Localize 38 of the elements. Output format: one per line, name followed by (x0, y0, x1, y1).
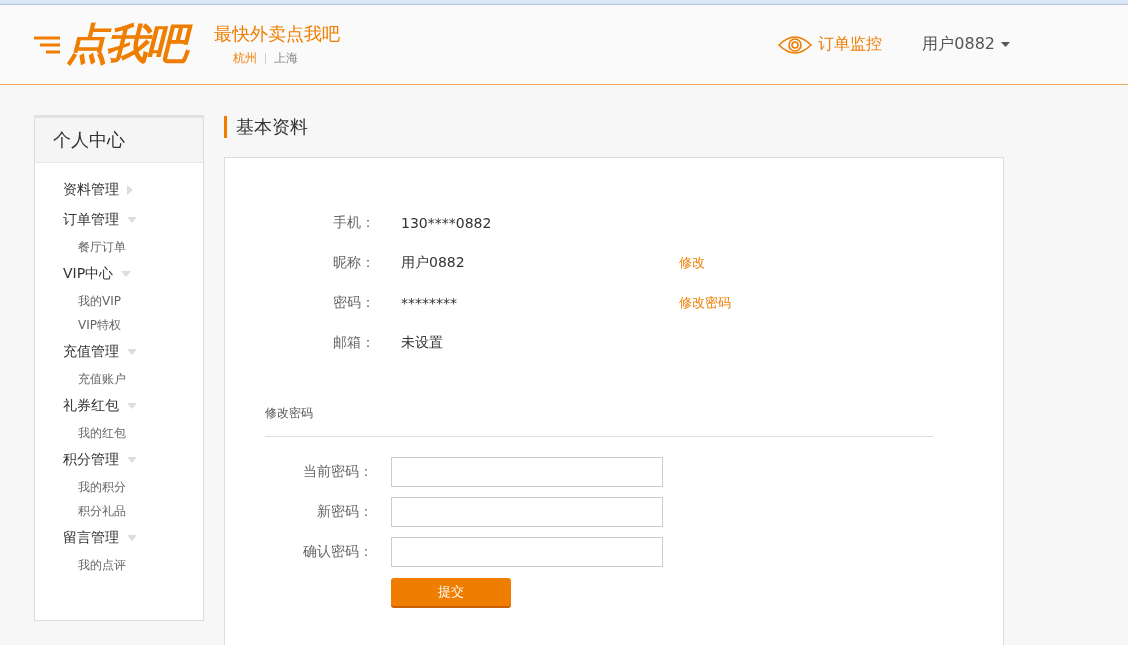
sidebar-item[interactable]: 我的红包 (63, 421, 126, 445)
field-value: 130****0882 (401, 215, 493, 231)
sidebar-item[interactable]: 餐厅订单 (63, 235, 126, 259)
password-input[interactable] (391, 497, 663, 527)
password-input[interactable] (391, 537, 663, 567)
sidebar-item[interactable]: 积分礼品 (63, 499, 126, 523)
section-title: 修改密码 (265, 405, 933, 437)
sidebar-item[interactable]: 充值账户 (63, 367, 126, 391)
field-value: 用户0882 (401, 254, 466, 272)
field-label: 密码： (333, 294, 376, 312)
sidebar-group[interactable]: 积分管理 (63, 445, 203, 475)
sidebar-group[interactable]: 礼券红包 (63, 391, 203, 421)
password-input[interactable] (391, 457, 663, 487)
slogan: 最快外卖点我吧 (214, 22, 340, 46)
sidebar-group[interactable]: 资料管理 (63, 175, 203, 205)
sidebar-title: 个人中心 (35, 118, 203, 163)
field-label: 当前密码： (302, 463, 374, 481)
page-title: 基本资料 (224, 116, 1004, 138)
sidebar-item[interactable]: 我的点评 (63, 553, 126, 577)
sidebar-item[interactable]: VIP特权 (63, 313, 121, 337)
sidebar-group[interactable]: 订单管理 (63, 205, 203, 235)
field-label: 新密码： (316, 503, 374, 521)
sidebar-group[interactable]: 充值管理 (63, 337, 203, 367)
field-label: 昵称： (333, 254, 376, 272)
sidebar-group[interactable]: 留言管理 (63, 523, 203, 553)
city-link[interactable]: 上海 (274, 50, 298, 67)
sidebar-group[interactable]: VIP中心 (63, 259, 203, 289)
user-menu[interactable]: 用户0882 (922, 34, 1010, 55)
field-value: ******** (401, 295, 458, 311)
field-value: 未设置 (401, 334, 444, 352)
field-label: 手机： (333, 214, 376, 232)
caret-icon (1001, 42, 1010, 47)
speed-lines-icon (34, 34, 60, 55)
sidebar-item[interactable]: 我的积分 (63, 475, 126, 499)
field-label: 邮箱： (333, 334, 376, 352)
sidebar-item[interactable]: 我的VIP (63, 289, 121, 313)
field-label: 确认密码： (302, 543, 374, 561)
eye-icon (778, 33, 813, 56)
